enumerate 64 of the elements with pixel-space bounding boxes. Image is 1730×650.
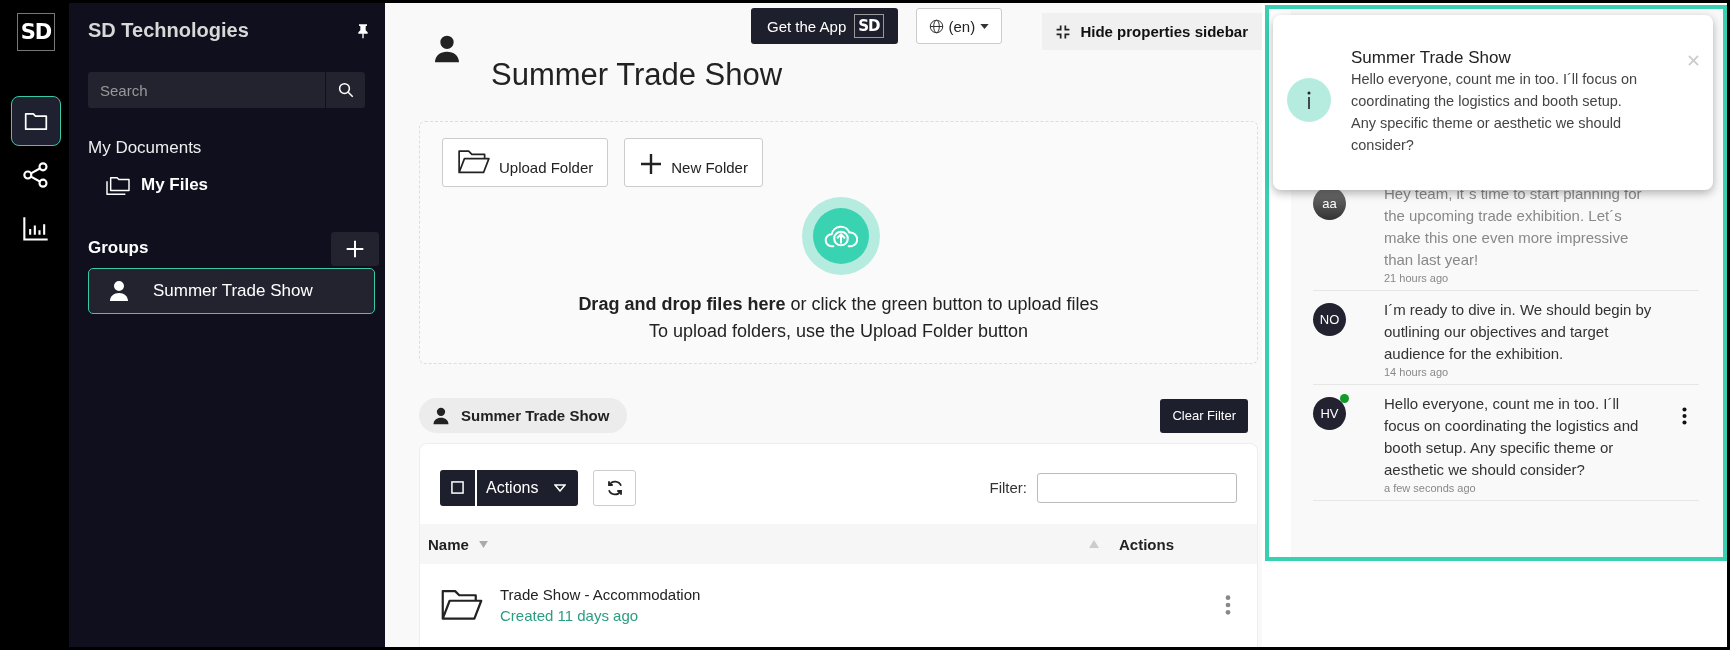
message-time: 14 hours ago: [1384, 366, 1450, 378]
search-field[interactable]: Search: [88, 72, 325, 108]
search-icon: [336, 81, 355, 99]
person-icon: [107, 279, 131, 303]
close-icon: [1688, 55, 1699, 66]
globe-icon: [928, 18, 944, 34]
section-label: My Documents: [88, 138, 202, 158]
message-time: 21 hours ago: [1384, 272, 1450, 284]
plus-icon: [639, 152, 664, 176]
created-date: Created 11 days ago: [500, 607, 640, 624]
refresh-button[interactable]: [593, 469, 637, 506]
section-label: Groups: [88, 237, 149, 258]
filter-input[interactable]: [1037, 472, 1237, 503]
kebab-icon: [1225, 595, 1231, 615]
chip-label: Summer Trade Show: [461, 407, 610, 424]
upload-folder-button[interactable]: Upload Folder: [442, 138, 609, 187]
bar-chart-icon: [22, 215, 50, 243]
more-button[interactable]: [1680, 405, 1689, 427]
logo: SD: [17, 13, 55, 51]
info-icon: [1307, 91, 1311, 109]
sort-down-icon: [478, 540, 488, 548]
clear-filter-button[interactable]: Clear Filter: [1160, 398, 1248, 433]
drop-zone[interactable]: Upload Folder New Folder Drag and drop files here or click the green button to upload files To upload folders, use the Upload Folder button: [419, 121, 1258, 364]
person-icon: [431, 405, 451, 426]
avatar: NO: [1313, 303, 1346, 336]
nav-button[interactable]: [11, 96, 61, 146]
open-folder-icon: [440, 587, 484, 623]
column-header: Actions: [1119, 535, 1174, 553]
page-title: Summer Trade Show: [491, 57, 783, 93]
share-icon: [22, 161, 50, 189]
group-item[interactable]: Summer Trade Show: [88, 268, 375, 314]
search-button[interactable]: [325, 72, 365, 108]
new-folder-button[interactable]: New Folder: [624, 138, 763, 187]
plus-icon: [345, 239, 365, 259]
drop-instructions: Drag and drop files here or click the green button to upload files To upload folders, use the Upload Folder button: [577, 293, 1100, 343]
refresh-icon: [605, 478, 624, 497]
add-group-button[interactable]: [331, 232, 379, 266]
caret-icon: [554, 483, 567, 492]
compress-icon: [1056, 24, 1071, 39]
folder-name[interactable]: Trade Show - Accommodation: [500, 586, 1221, 603]
open-folder-icon: [457, 148, 491, 176]
column-header[interactable]: Name: [428, 535, 469, 553]
message-text: Hello everyone, count me in too. I´ll focus on coordinating the logistics and booth setup. Any specific theme or aesthetic we should consider?: [1384, 394, 1640, 480]
toast-title: Summer Trade Show: [1351, 48, 1512, 68]
app-badge: SD: [854, 14, 884, 38]
avatar: HV: [1313, 397, 1346, 430]
cloud-upload-icon: [824, 223, 858, 249]
my-files-link[interactable]: My Files: [104, 174, 209, 196]
get-app-button[interactable]: Get the App SD: [751, 8, 898, 44]
message-time: a few seconds ago: [1384, 482, 1477, 494]
message-text: I´m ready to dive in. We should begin by outlining our objectives and target audience for the exhibition.: [1384, 300, 1653, 364]
hide-sidebar-button[interactable]: Hide properties sidebar: [1042, 13, 1262, 50]
sort-up-icon: [1089, 540, 1099, 548]
actions-dropdown[interactable]: Actions: [477, 469, 579, 506]
caret-icon: [980, 23, 990, 29]
app-title: SD Technologies: [88, 19, 249, 42]
folders-icon: [104, 174, 132, 196]
pin-icon[interactable]: [355, 22, 371, 39]
toast-message: Hello everyone, count me in too. I´ll focus on coordinating the logistics and booth setup. Any specific theme or aesthetic we should consider?: [1351, 70, 1639, 155]
select-all-button[interactable]: [440, 469, 475, 506]
kebab-icon: [1682, 407, 1687, 425]
checkbox-icon[interactable]: [451, 481, 464, 494]
filter-label: Filter:: [989, 479, 1027, 496]
language-dropdown[interactable]: (en): [915, 8, 1003, 44]
